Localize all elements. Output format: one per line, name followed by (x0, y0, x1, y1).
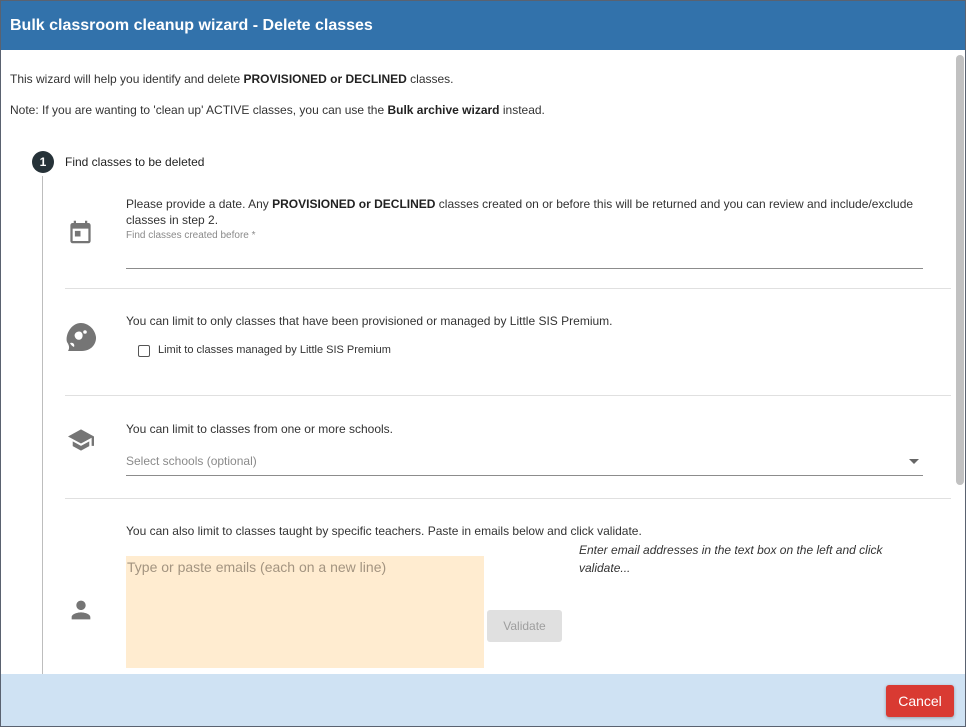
schools-select-underline (126, 475, 923, 476)
date-text: Please provide a date. Any (126, 197, 273, 211)
intro-line-1: This wizard will help you identify and d… (10, 72, 454, 86)
section-divider (65, 288, 951, 289)
graduation-cap-icon (68, 429, 94, 451)
emails-textarea[interactable] (126, 556, 484, 668)
step-title: Find classes to be deleted (65, 155, 205, 169)
section-divider (65, 498, 951, 499)
date-description: Please provide a date. Any PROVISIONED o… (126, 196, 926, 228)
person-icon (71, 600, 91, 620)
teachers-description: You can also limit to classes taught by … (126, 524, 642, 538)
calendar-icon (70, 220, 91, 244)
date-input[interactable] (126, 243, 923, 267)
email-hint: Enter email addresses in the text box on… (579, 543, 883, 575)
sis-description: You can limit to only classes that have … (126, 314, 613, 328)
intro-text: This wizard will help you identify and d… (10, 72, 244, 86)
sis-checkbox-label[interactable]: Limit to classes managed by Little SIS P… (158, 344, 391, 356)
schools-select[interactable]: Select schools (optional) (126, 454, 257, 468)
note-text: instead. (499, 103, 545, 117)
schools-description: You can limit to classes from one or mor… (126, 422, 394, 436)
penguin-icon (66, 323, 97, 351)
scrollbar-thumb[interactable] (956, 55, 964, 485)
date-text: classes created on or before this will b… (435, 197, 914, 211)
section-divider (65, 395, 951, 396)
wizard-dialog: Bulk classroom cleanup wizard - Delete c… (0, 0, 966, 727)
intro-bold: PROVISIONED or DECLINED (243, 72, 407, 86)
dialog-title: Bulk classroom cleanup wizard - Delete c… (1, 1, 965, 50)
date-input-underline (126, 268, 923, 269)
dialog-footer: Cancel (1, 674, 965, 726)
note-text: Note: If you are wanting to 'clean up' A… (10, 103, 388, 117)
step-connector-line (42, 176, 43, 674)
step-number: 1 (32, 151, 54, 173)
intro-line-2: Note: If you are wanting to 'clean up' A… (10, 103, 545, 117)
intro-text: classes. (406, 72, 454, 86)
date-field-label: Find classes created before * (126, 230, 256, 241)
validate-button[interactable]: Validate (487, 610, 562, 642)
sis-checkbox[interactable] (138, 345, 150, 357)
date-bold: PROVISIONED or DECLINED (272, 197, 436, 211)
date-text: classes in step 2. (126, 213, 219, 227)
cancel-button[interactable]: Cancel (886, 685, 954, 717)
chevron-down-icon[interactable] (909, 459, 919, 464)
dialog-content: This wizard will help you identify and d… (1, 50, 953, 674)
bulk-archive-wizard-link[interactable]: Bulk archive wizard (387, 103, 499, 117)
